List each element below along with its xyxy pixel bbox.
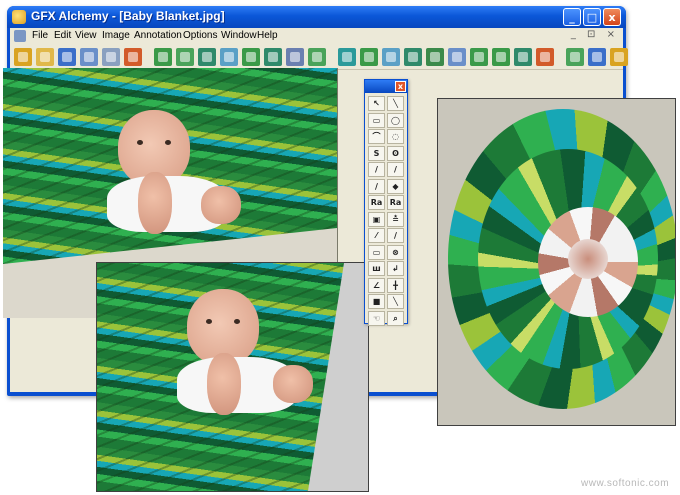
toolbar-help-icon[interactable] — [610, 48, 628, 66]
toolbar-filter-icon[interactable] — [198, 48, 216, 66]
eraser-icon[interactable]: ▭ — [368, 244, 385, 260]
pointer-icon[interactable]: ↖ — [368, 96, 385, 111]
hand-icon[interactable]: ☜ — [368, 310, 385, 326]
baby-leg — [207, 353, 241, 415]
toolbar-filter-icon[interactable] — [308, 48, 326, 66]
maximize-button[interactable]: □ — [583, 8, 601, 26]
menu-view[interactable]: View — [75, 30, 97, 41]
menu-annotation[interactable]: Annotation — [134, 30, 182, 41]
highlighter-icon[interactable]: / — [387, 162, 404, 177]
baby-eye — [234, 319, 240, 324]
polygon-icon[interactable]: ⌒ — [368, 129, 385, 144]
tool-palette: x ↖ ╲ ▭ ◯ ⌒ ◌ Sʘ / / ∕ ◆ Ra Ra ▣ ≛ ⁄ ∕ ▭ ⊗ ш ↲ ∠ ╋ ■ ╲ ☜ ⌕ — [364, 79, 408, 326]
baby-leg — [273, 365, 313, 403]
menu-bar: File Edit View Image Annotation Options … — [10, 28, 623, 45]
toolbar-new-icon[interactable] — [14, 48, 32, 66]
toolbar-filter-icon[interactable] — [242, 48, 260, 66]
document-window-controls[interactable]: _ ⊡ × — [571, 29, 619, 40]
baby-eye — [206, 319, 212, 324]
image-icon[interactable]: ▣ — [368, 211, 385, 227]
toolbar-filter-icon[interactable] — [176, 48, 194, 66]
toolbar-resize-icon[interactable] — [492, 48, 510, 66]
menu-help[interactable]: Help — [257, 30, 278, 41]
toolbar-print-icon[interactable] — [80, 48, 98, 66]
rectangle-icon[interactable]: ▭ — [368, 112, 385, 128]
menu-window[interactable]: Window — [221, 30, 257, 41]
app-icon[interactable] — [12, 10, 26, 24]
toolbar-crop-icon[interactable] — [426, 48, 444, 66]
after-swirl-image — [437, 98, 676, 426]
angle-icon[interactable]: ∠ — [368, 277, 385, 293]
toolbar-filter-icon[interactable] — [154, 48, 172, 66]
ruler-icon[interactable]: ш — [368, 261, 385, 276]
toolbar-filter-icon[interactable] — [220, 48, 238, 66]
baby-eye — [165, 140, 171, 145]
toolbar-lock-icon[interactable] — [536, 48, 554, 66]
document-icon[interactable] — [14, 30, 26, 42]
swirl-core — [568, 239, 608, 279]
stamp-icon[interactable]: ≛ — [387, 211, 404, 227]
watermark: www.softonic.com — [581, 478, 670, 489]
toolbar-filter-icon[interactable] — [264, 48, 282, 66]
baby-leg — [201, 186, 241, 224]
ellipse-icon[interactable]: ◯ — [387, 112, 404, 128]
window-title: GFX Alchemy - [Baby Blanket.jpg] — [31, 9, 225, 23]
airbrush-icon[interactable]: ∕ — [387, 228, 404, 243]
toolbar-filter-icon[interactable] — [286, 48, 304, 66]
brush-icon[interactable]: ∕ — [368, 178, 385, 194]
slash-icon[interactable]: ╲ — [387, 294, 404, 309]
palette-close-button[interactable]: x — [395, 81, 406, 92]
toolbar — [10, 45, 628, 70]
toolbar-resize-icon[interactable] — [448, 48, 466, 66]
menu-options[interactable]: Options — [183, 30, 217, 41]
toolbar-open-icon[interactable] — [36, 48, 54, 66]
smudge-icon[interactable]: ↲ — [387, 261, 404, 276]
freeform-icon[interactable]: ◌ — [387, 129, 404, 144]
close-button[interactable]: x — [603, 8, 621, 26]
baby-eye — [137, 140, 143, 145]
menu-edit[interactable]: Edit — [54, 30, 71, 41]
line-icon[interactable]: ╲ — [387, 96, 404, 111]
clone-icon[interactable]: ⊗ — [387, 244, 404, 260]
menu-file[interactable]: File — [32, 30, 48, 41]
image-background — [308, 263, 368, 491]
curve-icon[interactable]: S — [368, 145, 385, 161]
minimize-button[interactable]: _ — [563, 8, 581, 26]
crosshair-icon[interactable]: ╋ — [387, 277, 404, 293]
lasso-icon[interactable]: ʘ — [387, 145, 404, 161]
toolbar-save-icon[interactable] — [58, 48, 76, 66]
color-swatch-icon[interactable]: ■ — [368, 294, 385, 309]
title-bar[interactable]: GFX Alchemy - [Baby Blanket.jpg] _ □ x — [7, 6, 626, 28]
pencil-icon[interactable]: / — [368, 162, 385, 177]
toolbar-transform-icon[interactable] — [404, 48, 422, 66]
toolbar-arrow-icon[interactable] — [514, 48, 532, 66]
baby-leg — [138, 172, 172, 234]
toolbar-image-icon[interactable] — [566, 48, 584, 66]
toolbar-window-icon[interactable] — [588, 48, 606, 66]
menu-image[interactable]: Image — [102, 30, 130, 41]
zoom-icon[interactable]: ⌕ — [387, 310, 404, 326]
toolbar-transform-icon[interactable] — [382, 48, 400, 66]
palette-title-bar[interactable]: x — [365, 80, 407, 93]
fill-icon[interactable]: ◆ — [387, 178, 404, 194]
toolbar-transform-icon[interactable] — [360, 48, 378, 66]
text-icon[interactable]: Ra — [368, 195, 385, 210]
eyedropper-icon[interactable]: ⁄ — [368, 228, 385, 243]
toolbar-print-preview-icon[interactable] — [102, 48, 120, 66]
toolbar-undo-icon[interactable] — [124, 48, 142, 66]
before-image — [96, 262, 369, 492]
text-color-icon[interactable]: Ra — [387, 195, 404, 210]
toolbar-rotate-icon[interactable] — [470, 48, 488, 66]
toolbar-transform-icon[interactable] — [338, 48, 356, 66]
